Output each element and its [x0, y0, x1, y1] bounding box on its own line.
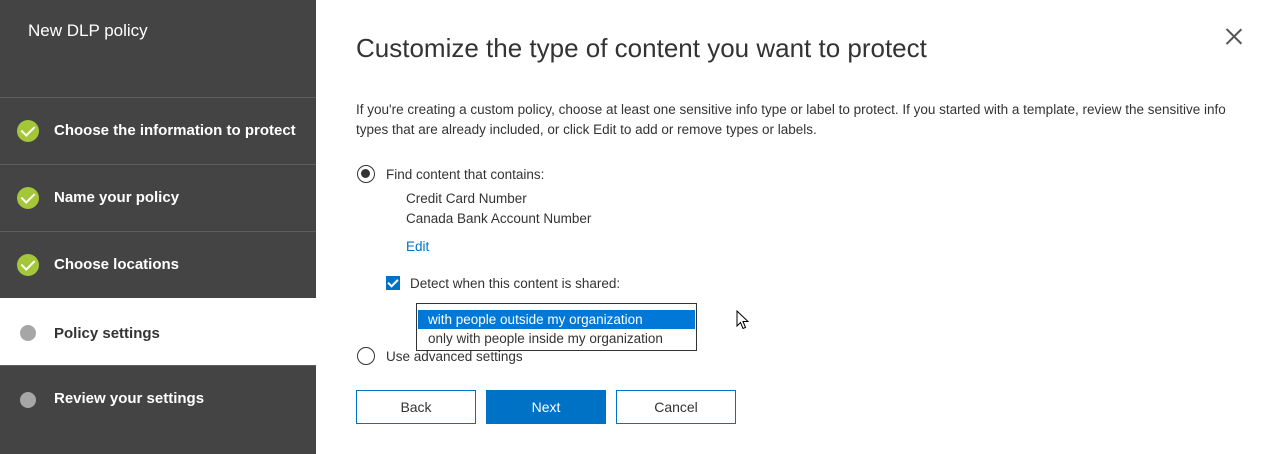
wizard-title: New DLP policy	[28, 21, 148, 40]
cancel-button[interactable]: Cancel	[616, 390, 736, 424]
close-icon[interactable]	[1224, 26, 1244, 46]
page-description: If you're creating a custom policy, choo…	[356, 102, 1226, 137]
step-label: Choose locations	[54, 256, 180, 273]
step-label: Review your settings	[54, 390, 205, 407]
advanced-settings-label: Use advanced settings	[386, 349, 523, 364]
step-label: Choose the information to protect	[54, 122, 296, 139]
share-scope-option-outside[interactable]: with people outside my organization	[418, 310, 695, 329]
info-type-item: Canada Bank Account Number	[406, 211, 592, 226]
wizard-sidebar: New DLP policy Choose the information to…	[0, 0, 316, 454]
step-name-policy[interactable]: Name your policy	[0, 164, 316, 231]
detect-shared-label: Detect when this content is shared:	[410, 276, 621, 291]
step-label: Name your policy	[54, 189, 180, 206]
share-scope-dropdown-list[interactable]: with people outside my organization only…	[416, 303, 697, 351]
edit-info-types-link[interactable]: Edit	[406, 239, 429, 254]
info-type-item: Credit Card Number	[406, 191, 527, 206]
wizard-steps: Choose the information to protect Name y…	[0, 97, 316, 432]
share-scope-option-inside[interactable]: only with people inside my organization	[418, 329, 695, 348]
step-policy-settings[interactable]: Policy settings	[0, 298, 316, 365]
step-complete-check-icon	[17, 187, 39, 209]
step-label: Policy settings	[54, 325, 160, 342]
step-review-settings[interactable]: Review your settings	[0, 365, 316, 432]
next-button[interactable]: Next	[486, 390, 606, 424]
step-complete-check-icon	[17, 254, 39, 276]
find-content-radio[interactable]	[357, 165, 375, 183]
find-content-label: Find content that contains:	[386, 167, 545, 182]
advanced-settings-radio[interactable]	[357, 347, 375, 365]
detect-shared-checkbox[interactable]	[386, 276, 400, 290]
page-title: Customize the type of content you want t…	[356, 33, 927, 63]
step-current-dot-icon	[20, 325, 36, 341]
step-choose-information[interactable]: Choose the information to protect	[0, 97, 316, 164]
step-pending-dot-icon	[20, 392, 36, 408]
step-complete-check-icon	[17, 120, 39, 142]
step-choose-locations[interactable]: Choose locations	[0, 231, 316, 298]
mouse-pointer-icon	[736, 310, 750, 330]
back-button[interactable]: Back	[356, 390, 476, 424]
